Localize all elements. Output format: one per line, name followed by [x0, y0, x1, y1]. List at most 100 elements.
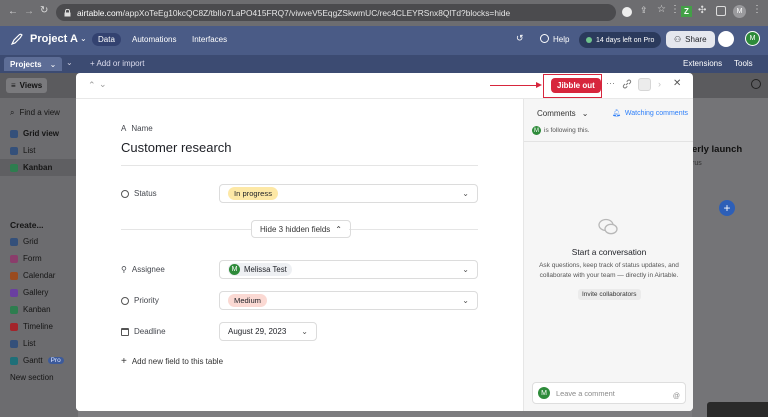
create-kanban[interactable]: Kanban [0, 301, 78, 318]
add-import-label: Add or import [96, 59, 145, 68]
assignee-select[interactable]: M Melissa Test ⌄ [219, 260, 478, 279]
pro-badge: Pro [47, 357, 64, 364]
hide-hidden-fields-button[interactable]: Hide 3 hidden fields ⌃ [251, 220, 351, 238]
kanban-card-sub: rus [692, 160, 702, 167]
create-gantt[interactable]: Gantt Pro [0, 352, 78, 369]
project-chevron-icon[interactable]: ⌄ [80, 34, 87, 43]
find-view-input[interactable]: ⌕ Find a view [0, 104, 78, 121]
project-name[interactable]: Project A [30, 33, 78, 45]
help-icon[interactable] [540, 34, 549, 43]
forward-icon[interactable]: → [24, 6, 34, 17]
create-new-section[interactable]: New section [0, 369, 78, 386]
create-form[interactable]: Form [0, 250, 78, 267]
record-fields: A Name Customer research Status In progr… [76, 99, 523, 411]
create-gallery[interactable]: Gallery [0, 284, 78, 301]
find-view-placeholder: Find a view [19, 108, 60, 117]
refresh-view-icon[interactable] [751, 79, 761, 89]
views-label: Views [19, 81, 43, 90]
status-select[interactable]: In progress ⌄ [219, 184, 478, 203]
create-list[interactable]: List [0, 335, 78, 352]
tab-data[interactable]: Data [92, 33, 121, 46]
create-item-label: Kanban [23, 305, 51, 314]
close-icon[interactable]: ✕ [673, 78, 681, 89]
add-import-link[interactable]: + Add or import [90, 59, 144, 68]
add-field-link[interactable]: + Add new field to this table [121, 356, 223, 367]
tab-interfaces[interactable]: Interfaces [192, 35, 227, 44]
prev-record-icon[interactable]: ⌃ [88, 80, 96, 91]
extension-icon[interactable]: Z [681, 6, 692, 17]
view-label: Grid view [23, 129, 60, 138]
grid-icon [10, 237, 18, 246]
gantt-icon [10, 356, 18, 365]
people-icon: ⚇ [674, 35, 682, 44]
share-page-icon[interactable]: ⇪ [640, 5, 648, 16]
link-icon[interactable] [622, 79, 632, 89]
reload-icon[interactable]: ↻ [40, 5, 48, 16]
sidebar-item-kanban[interactable]: Kanban [0, 159, 78, 176]
tab-automations[interactable]: Automations [132, 35, 176, 44]
user-avatar[interactable]: M [745, 31, 760, 46]
record-toolbar: ⌃ ⌄ Jibble out ··· › ✕ [76, 73, 693, 99]
bell-icon: 🔔︎ [612, 110, 621, 117]
help-link[interactable]: Help [553, 35, 569, 44]
hidden-divider-left [121, 229, 251, 230]
url-path: /appXoTeEg10kcQC8Z/tblIo7LaPO415FRQ7/viw… [122, 7, 511, 18]
annotation-arrow [490, 85, 540, 87]
hidden-fields-label: Hide 3 hidden fields [260, 224, 331, 234]
record-title[interactable]: Customer research [121, 140, 232, 155]
sidebar-icon[interactable] [716, 6, 726, 16]
projects-table-tab[interactable]: Projects ⌄ [4, 57, 63, 71]
address-bar[interactable]: airtable.com /appXoTeEg10kcQC8Z/tblIo7La… [56, 4, 616, 21]
deadline-input[interactable]: August 29, 2023 ⌄ [219, 322, 317, 341]
jibble-out-button[interactable]: Jibble out [551, 78, 601, 93]
comment-input[interactable]: M Leave a comment @ [532, 382, 686, 404]
label-text: Priority [134, 296, 159, 305]
watching-comments-link[interactable]: 🔔︎ Watching comments [612, 109, 688, 118]
invite-collaborators-button[interactable]: Invite collaborators [578, 289, 641, 300]
back-icon[interactable]: ← [8, 6, 18, 17]
menu-dots-icon[interactable]: ⋮ [670, 4, 680, 15]
trial-badge[interactable]: 14 days left on Pro [579, 32, 662, 48]
following-note: M is following this. [532, 126, 590, 135]
kanban-icon [10, 163, 18, 172]
create-grid[interactable]: Grid [0, 233, 78, 250]
hidden-divider-right [349, 229, 478, 230]
next-record-icon[interactable]: ⌄ [99, 79, 107, 90]
panel-divider [524, 141, 693, 142]
tools-link[interactable]: Tools [734, 59, 753, 68]
mention-icon[interactable]: @ [673, 393, 680, 400]
views-toggle-button[interactable]: ≡ Views [6, 78, 48, 93]
share-label: Share [685, 35, 707, 44]
bookmark-star-icon[interactable]: ☆ [657, 4, 666, 15]
history-icon[interactable]: ↺ [516, 33, 524, 44]
avatar: M [538, 387, 550, 399]
record-modal: ⌃ ⌄ Jibble out ··· › ✕ A Name Customer r… [76, 73, 693, 411]
sidebar-item-grid-view[interactable]: Grid view [0, 125, 78, 142]
sidebar-item-list[interactable]: List [0, 142, 78, 159]
comment-toggle-icon[interactable] [638, 78, 651, 91]
chrome-menu-icon[interactable]: ⋮ [752, 4, 762, 15]
share-button[interactable]: ⚇ Share [666, 31, 715, 48]
grid-icon [10, 129, 18, 138]
create-item-label: Calendar [23, 271, 56, 280]
create-timeline[interactable]: Timeline [0, 318, 78, 335]
expand-icon[interactable]: › [658, 79, 661, 89]
add-field-label: Add new field to this table [131, 357, 224, 366]
tables-chevron-icon[interactable]: ⌄ [66, 58, 73, 67]
puzzle-icon[interactable]: ✣ [698, 5, 706, 16]
create-item-label: Gantt [23, 356, 43, 365]
more-options-icon[interactable]: ··· [606, 78, 615, 88]
profile-avatar[interactable]: M [733, 5, 746, 18]
bell-icon[interactable] [718, 31, 734, 47]
views-sidebar: ⌕ Find a view Grid view List Kanban Crea… [0, 98, 78, 417]
comments-filter[interactable]: Comments ⌄ [537, 109, 588, 118]
comment-placeholder: Leave a comment [556, 388, 615, 398]
trial-label: 14 days left on Pro [596, 36, 655, 44]
label-text: Assignee [131, 265, 165, 274]
priority-select[interactable]: Medium ⌄ [219, 291, 478, 310]
add-card-button[interactable]: + [719, 200, 735, 216]
extensions-link[interactable]: Extensions [683, 59, 722, 68]
google-icon[interactable] [622, 7, 632, 17]
chevron-down-icon: ⌄ [462, 296, 469, 305]
create-calendar[interactable]: Calendar [0, 267, 78, 284]
